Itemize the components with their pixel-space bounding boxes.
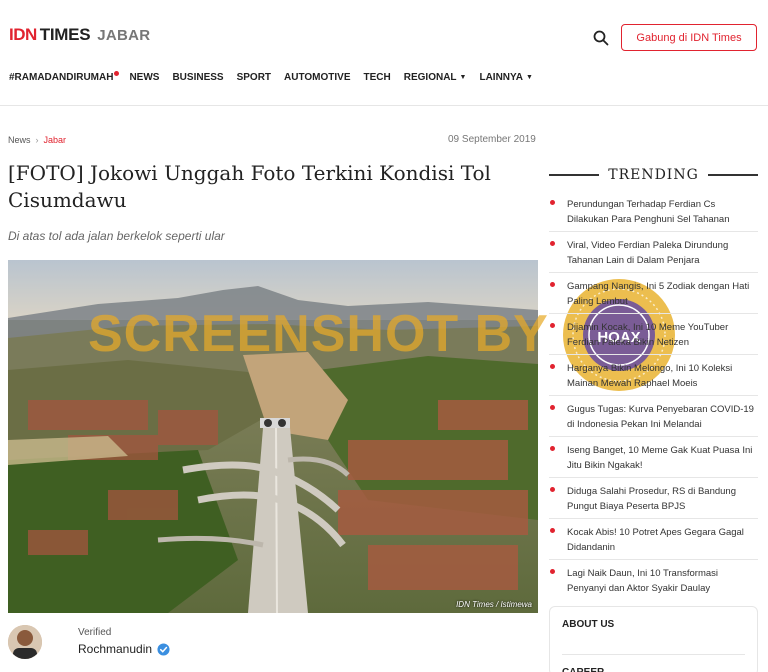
nav-item-label: REGIONAL <box>403 71 457 83</box>
trending-item[interactable]: Harganya Bikin Melongo, Ini 10 Koleksi M… <box>549 355 758 396</box>
nav-item-tech[interactable]: TECH <box>364 72 391 83</box>
trending-item[interactable]: Kocak Abis! 10 Potret Apes Gegara Gagal … <box>549 519 758 560</box>
trending-item[interactable]: Lagi Naik Daun, Ini 10 Transformasi Peny… <box>549 560 758 601</box>
nav-item-sport[interactable]: SPORT <box>237 72 271 83</box>
author-name-row[interactable]: Rochmanudin <box>78 642 170 656</box>
nav-item-regional[interactable]: REGIONAL ▼ <box>404 72 467 83</box>
career-link[interactable]: CAREER <box>562 655 745 672</box>
trending-item-title: Dijamin Kocak, Ini 10 Meme YouTuber Ferd… <box>567 322 729 348</box>
about-us-link[interactable]: ABOUT US <box>562 619 745 655</box>
search-icon[interactable] <box>593 30 609 46</box>
trending-item[interactable]: Iseng Banget, 10 Meme Gak Kuat Puasa Ini… <box>549 437 758 478</box>
nav-item-ramadandirumah[interactable]: #RAMADANDIRUMAH <box>9 70 120 83</box>
author-name: Rochmanudin <box>78 642 153 656</box>
trending-item[interactable]: Dijamin Kocak, Ini 10 Meme YouTuber Ferd… <box>549 314 758 355</box>
nav-item-lainnya[interactable]: LAINNYA ▼ <box>479 72 532 83</box>
bullet-dot-icon <box>550 282 555 287</box>
trending-item[interactable]: Gugus Tugas: Kurva Penyebaran COVID-19 d… <box>549 396 758 437</box>
trending-header: TRENDING <box>549 165 759 185</box>
logo-times: TIMES <box>39 25 91 44</box>
bullet-dot-icon <box>550 323 555 328</box>
image-credit: IDN Times / Istimewa <box>456 600 532 609</box>
author-avatar[interactable] <box>8 625 42 659</box>
publish-date: 09 September 2019 <box>448 134 536 145</box>
bullet-dot-icon <box>550 200 555 205</box>
bullet-dot-icon <box>550 569 555 574</box>
nav-item-news[interactable]: NEWS <box>129 72 159 83</box>
nav-item-label: BUSINESS <box>172 71 224 83</box>
bullet-dot-icon <box>550 405 555 410</box>
join-button[interactable]: Gabung di IDN Times <box>621 24 757 51</box>
bullet-dot-icon <box>550 487 555 492</box>
breadcrumb-separator: › <box>35 135 39 145</box>
trending-item-title: Iseng Banget, 10 Meme Gak Kuat Puasa Ini… <box>567 445 753 471</box>
breadcrumb-home[interactable]: News <box>8 135 31 145</box>
trending-item-title: Harganya Bikin Melongo, Ini 10 Koleksi M… <box>567 363 733 389</box>
trending-item[interactable]: Gampang Nangis, Ini 5 Zodiak dengan Hati… <box>549 273 758 314</box>
trending-item-title: Diduga Salahi Prosedur, RS di Bandung Pu… <box>567 486 737 512</box>
bullet-dot-icon <box>550 528 555 533</box>
trending-item[interactable]: Diduga Salahi Prosedur, RS di Bandung Pu… <box>549 478 758 519</box>
divider <box>707 174 759 176</box>
new-indicator-dot <box>114 70 120 76</box>
nav-item-label: #RAMADANDIRUMAH <box>9 71 114 83</box>
nav-item-label: LAINNYA <box>479 71 523 83</box>
trending-item-title: Lagi Naik Daun, Ini 10 Transformasi Peny… <box>567 568 719 594</box>
nav-item-label: NEWS <box>129 71 160 83</box>
caret-down-icon: ▼ <box>459 73 467 81</box>
trending-item-title: Perundungan Terhadap Ferdian Cs Dilakuka… <box>567 199 730 225</box>
bullet-dot-icon <box>550 446 555 451</box>
divider <box>549 174 600 176</box>
trending-item-title: Viral, Video Ferdian Paleka Dirundung Ta… <box>567 240 729 266</box>
breadcrumb: News › Jabar <box>8 135 66 145</box>
nav-item-label: AUTOMOTIVE <box>284 71 351 83</box>
trending-item-title: Gampang Nangis, Ini 5 Zodiak dengan Hati… <box>567 281 750 307</box>
trending-item-title: Kocak Abis! 10 Potret Apes Gegara Gagal … <box>567 527 744 553</box>
trending-list: Perundungan Terhadap Ferdian Cs Dilakuka… <box>549 191 758 601</box>
trending-item[interactable]: Viral, Video Ferdian Paleka Dirundung Ta… <box>549 232 758 273</box>
nav-item-automotive[interactable]: AUTOMOTIVE <box>284 72 350 83</box>
verified-check-icon <box>157 642 170 656</box>
logo-idn: IDN <box>9 25 37 44</box>
nav-item-business[interactable]: BUSINESS <box>172 72 223 83</box>
logo-region: JABAR <box>97 27 151 44</box>
article-title: [FOTO] Jokowi Unggah Foto Terkini Kondis… <box>8 161 491 212</box>
footer-links-box: ABOUT US CAREER <box>549 606 758 672</box>
trending-title: TRENDING <box>608 167 699 183</box>
trending-item-title: Gugus Tugas: Kurva Penyebaran COVID-19 d… <box>567 404 754 430</box>
author-verified-label: Verified <box>78 627 112 638</box>
breadcrumb-current[interactable]: Jabar <box>44 135 67 145</box>
nav-item-label: TECH <box>363 71 391 83</box>
screenshot-watermark: SCREENSHOT BY <box>88 305 549 363</box>
main-nav: #RAMADANDIRUMAH NEWS BUSINESS SPORT AUTO… <box>9 70 546 84</box>
trending-item[interactable]: Perundungan Terhadap Ferdian Cs Dilakuka… <box>549 191 758 232</box>
caret-down-icon: ▼ <box>526 73 533 81</box>
nav-item-label: SPORT <box>236 71 272 83</box>
bullet-dot-icon <box>550 241 555 246</box>
site-logo[interactable]: IDN TIMES JABAR <box>9 25 150 45</box>
author-block[interactable]: Verified Rochmanudin <box>8 625 408 665</box>
site-header: IDN TIMES JABAR Gabung di IDN Times #RAM… <box>0 0 768 106</box>
bullet-dot-icon <box>550 364 555 369</box>
article-subtitle: Di atas tol ada jalan berkelok seperti u… <box>8 229 225 243</box>
